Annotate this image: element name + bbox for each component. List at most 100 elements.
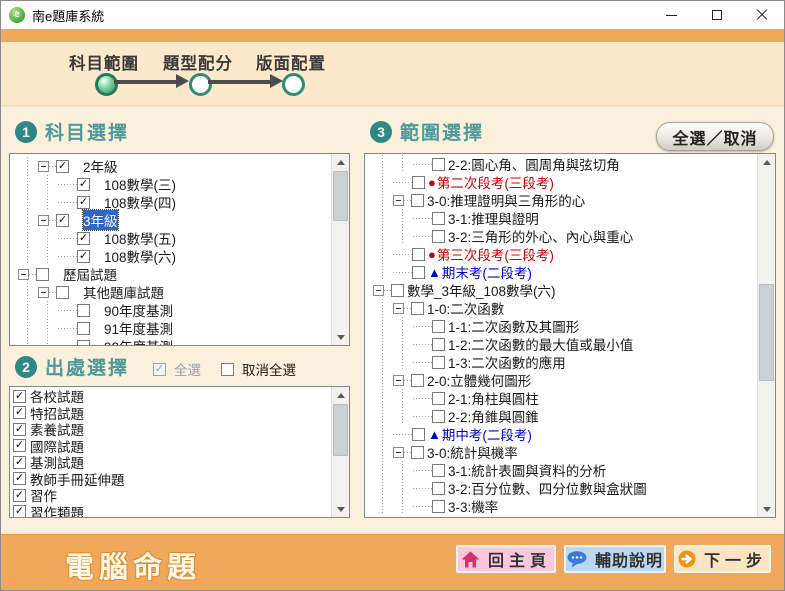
tree-item[interactable]: 3年級 <box>10 211 332 229</box>
source-item-checkbox[interactable] <box>13 423 26 436</box>
tree-item[interactable]: 108數學(四) <box>10 193 332 211</box>
tree-item-checkbox[interactable] <box>77 178 90 191</box>
step-circle-1[interactable] <box>95 73 118 96</box>
source-item-checkbox[interactable] <box>13 390 26 403</box>
tree-item[interactable]: ▲期末考(二段考) <box>365 263 758 281</box>
tree-item[interactable]: 3-2:三角形的外心、內心與重心 <box>365 227 758 245</box>
tree-item[interactable]: 3-3:機率 <box>365 497 758 515</box>
collapse-toggle-icon[interactable] <box>393 447 404 458</box>
collapse-toggle-icon[interactable] <box>38 215 49 226</box>
source-item-checkbox[interactable] <box>13 489 26 502</box>
tree-item[interactable]: 1-2:二次函數的最大值或最小值 <box>365 335 758 353</box>
tree-item[interactable]: 3-1:統計表圖與資料的分析 <box>365 461 758 479</box>
tree-item-checkbox[interactable] <box>56 286 69 299</box>
source-item-checkbox[interactable] <box>13 439 26 452</box>
tree-item-checkbox[interactable] <box>411 302 424 315</box>
tree-item[interactable]: 2-1:角柱與圓柱 <box>365 389 758 407</box>
scroll-down-icon[interactable] <box>332 329 349 345</box>
collapse-toggle-icon[interactable] <box>393 195 404 206</box>
tree-item-checkbox[interactable] <box>77 196 90 209</box>
scroll-up-icon[interactable] <box>758 154 775 170</box>
tree-item[interactable]: 1-1:二次函數及其圖形 <box>365 317 758 335</box>
tree-item-checkbox[interactable] <box>432 500 445 513</box>
tree-item-checkbox[interactable] <box>412 266 425 279</box>
tree-item-checkbox[interactable] <box>36 268 49 281</box>
maximize-button[interactable] <box>694 1 739 29</box>
scroll-down-icon[interactable] <box>332 501 349 517</box>
tree-item[interactable]: 3-1:推理與證明 <box>365 209 758 227</box>
tree-item-checkbox[interactable] <box>432 158 445 171</box>
tree-item-checkbox[interactable] <box>432 338 445 351</box>
deselect-all-control[interactable]: 取消全選 <box>221 359 296 379</box>
tree-item[interactable]: 其他題庫試題 <box>10 283 332 301</box>
tree-item[interactable]: 90年度基測 <box>10 301 332 319</box>
scroll-up-icon[interactable] <box>332 154 349 170</box>
scrollbar-thumb[interactable] <box>333 171 348 221</box>
tree-item-checkbox[interactable] <box>77 322 90 335</box>
tree-item-checkbox[interactable] <box>432 392 445 405</box>
tree-item[interactable]: 3-0:統計與機率 <box>365 443 758 461</box>
tree-item-checkbox[interactable] <box>432 482 445 495</box>
tree-item[interactable]: 92年度基測 <box>10 337 332 345</box>
tree-item-checkbox[interactable] <box>432 212 445 225</box>
tree-item[interactable]: 1-3:二次函數的應用 <box>365 353 758 371</box>
tree-item-checkbox[interactable] <box>412 248 425 261</box>
source-item-checkbox[interactable] <box>13 472 26 485</box>
source-list-item[interactable]: 習作類題 <box>10 504 332 518</box>
next-step-button[interactable]: 下一步 <box>674 545 771 573</box>
tree-item-checkbox[interactable] <box>432 320 445 333</box>
tree-item[interactable]: 3-2:百分位數、四分位數與盒狀圖 <box>365 479 758 497</box>
tree-item-checkbox[interactable] <box>411 374 424 387</box>
tree-item[interactable]: ●第二次段考(三段考) <box>365 173 758 191</box>
select-toggle-button[interactable]: 全選／取消 <box>656 122 774 151</box>
subject-tree-scrollbar[interactable] <box>331 154 349 345</box>
tree-item-checkbox[interactable] <box>411 446 424 459</box>
home-button[interactable]: 回主頁 <box>456 545 556 573</box>
minimize-button[interactable] <box>649 1 694 29</box>
help-button[interactable]: 輔助說明 <box>564 545 666 573</box>
tree-item[interactable]: 2-2:圓心角、圓周角與弦切角 <box>365 155 758 173</box>
tree-item-checkbox[interactable] <box>77 304 90 317</box>
deselect-all-checkbox[interactable] <box>221 363 234 376</box>
tree-item-checkbox[interactable] <box>432 410 445 423</box>
tree-item-checkbox[interactable] <box>412 176 425 189</box>
collapse-toggle-icon[interactable] <box>38 287 49 298</box>
scrollbar-thumb[interactable] <box>759 284 774 381</box>
close-button[interactable] <box>739 1 784 29</box>
collapse-toggle-icon[interactable] <box>373 285 384 296</box>
source-item-checkbox[interactable] <box>13 406 26 419</box>
step-circle-2[interactable] <box>189 73 212 96</box>
tree-item[interactable]: 1-0:二次函數 <box>365 299 758 317</box>
tree-item[interactable]: ▲期中考(二段考) <box>365 425 758 443</box>
tree-item[interactable]: ●第三次段考(三段考) <box>365 245 758 263</box>
range-tree-scrollbar[interactable] <box>757 154 775 517</box>
step-circle-3[interactable] <box>282 73 305 96</box>
tree-item-checkbox[interactable] <box>412 428 425 441</box>
tree-item-checkbox[interactable] <box>432 356 445 369</box>
tree-item-checkbox[interactable] <box>432 230 445 243</box>
source-item-checkbox[interactable] <box>13 456 26 469</box>
tree-item[interactable]: 歷屆試題 <box>10 265 332 283</box>
tree-item-checkbox[interactable] <box>391 284 404 297</box>
tree-item-checkbox[interactable] <box>77 250 90 263</box>
tree-item[interactable]: 2-2:角錐與圓錐 <box>365 407 758 425</box>
tree-item-checkbox[interactable] <box>411 194 424 207</box>
collapse-toggle-icon[interactable] <box>393 303 404 314</box>
tree-item[interactable]: 108數學(六) <box>10 247 332 265</box>
scroll-down-icon[interactable] <box>758 501 775 517</box>
scrollbar-thumb[interactable] <box>333 404 348 456</box>
scroll-up-icon[interactable] <box>332 387 349 403</box>
tree-item[interactable]: 108數學(三) <box>10 175 332 193</box>
select-all-checkbox[interactable] <box>153 363 166 376</box>
collapse-toggle-icon[interactable] <box>18 269 29 280</box>
collapse-toggle-icon[interactable] <box>38 161 49 172</box>
source-item-checkbox[interactable] <box>13 505 26 517</box>
tree-item[interactable]: 數學_3年級_108數學(六) <box>365 281 758 299</box>
collapse-toggle-icon[interactable] <box>393 375 404 386</box>
tree-item-checkbox[interactable] <box>77 232 90 245</box>
tree-item[interactable]: 91年度基測 <box>10 319 332 337</box>
tree-item-checkbox[interactable] <box>432 464 445 477</box>
tree-item[interactable]: 108數學(五) <box>10 229 332 247</box>
tree-item[interactable]: 2年級 <box>10 157 332 175</box>
select-all-control[interactable]: 全選 <box>153 359 201 379</box>
